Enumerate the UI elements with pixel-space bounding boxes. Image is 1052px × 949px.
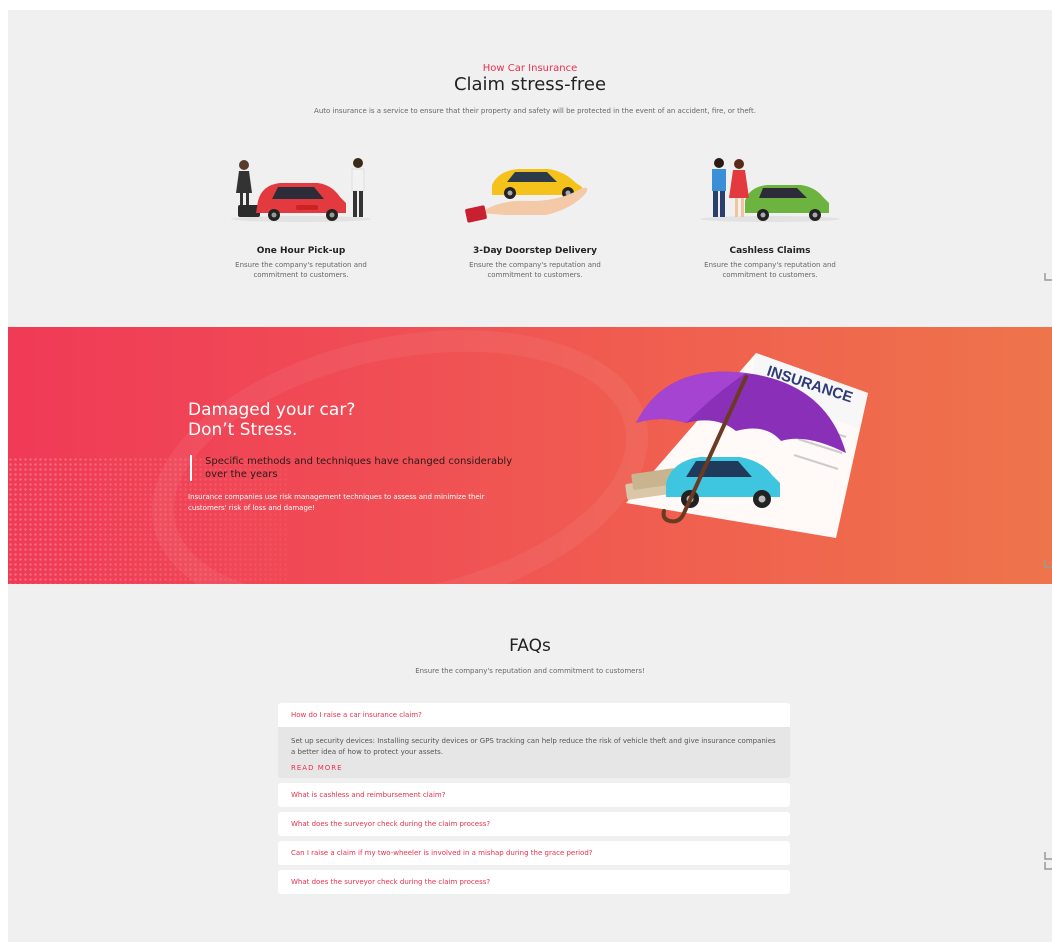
insurance-umbrella-illustration: INSURANCE [625,353,868,538]
banner-heading-line: Don’t Stress. [188,420,298,440]
faq-question[interactable]: Can I raise a claim if my two-wheeler is… [278,841,790,865]
feature-card: One Hour Pick-up Ensure the company's re… [201,155,401,280]
feature-description: Ensure the company's reputation and comm… [235,261,367,279]
section-kicker: How Car Insurance [482,63,578,74]
couple-with-car-illustration [700,158,840,222]
faq-subtitle: Ensure the company's reputation and comm… [415,667,645,675]
faq-answer-text: Set up security devices: Installing secu… [291,737,776,756]
faq-question[interactable]: What does the surveyor check during the … [278,812,790,836]
faq-title: FAQs [509,636,551,656]
faq-accordion: How do I raise a car insurance claim? Se… [278,703,790,899]
faq-answer-panel: Set up security devices: Installing secu… [278,727,790,778]
page: How Car Insurance Claim stress-free Auto… [8,10,1052,942]
read-more-link[interactable]: READ MORE [291,764,777,772]
feature-title: Cashless Claims [729,246,811,256]
section-title: Claim stress-free [453,74,607,95]
feature-card: 3-Day Doorstep Delivery Ensure the compa… [435,155,635,280]
section-description: Auto insurance is a service to ensure th… [314,107,756,115]
how-it-works-section: How Car Insurance Claim stress-free Auto… [8,10,1052,328]
feature-title: 3-Day Doorstep Delivery [473,246,597,256]
faq-question[interactable]: What does the surveyor check during the … [278,870,790,894]
car-pickup-illustration [231,158,371,222]
banner-quote: Specific methods and techniques have cha… [190,455,525,481]
banner-heading-line: Damaged your car? [188,400,356,420]
banner-heading: Damaged your car? Don’t Stress. [188,400,488,440]
faq-question[interactable]: What is cashless and reimbursement claim… [278,783,790,807]
promo-banner: Damaged your car? Don’t Stress. Specific… [8,327,1052,584]
car-in-hand-illustration [465,169,588,223]
feature-description: Ensure the company's reputation and comm… [469,261,601,279]
corner-marker-icon [1044,560,1052,568]
feature-title: One Hour Pick-up [256,246,346,256]
corner-marker-icon [1044,273,1052,281]
faq-section: FAQs Ensure the company's reputation and… [8,584,1052,942]
feature-card: Cashless Claims Ensure the company's rep… [670,155,870,280]
faq-question[interactable]: How do I raise a car insurance claim? [278,703,790,727]
feature-description: Ensure the company's reputation and comm… [704,261,836,279]
banner-description: Insurance companies use risk management … [188,493,485,512]
corner-marker-icon [1044,862,1052,870]
corner-marker-icon [1044,852,1052,860]
